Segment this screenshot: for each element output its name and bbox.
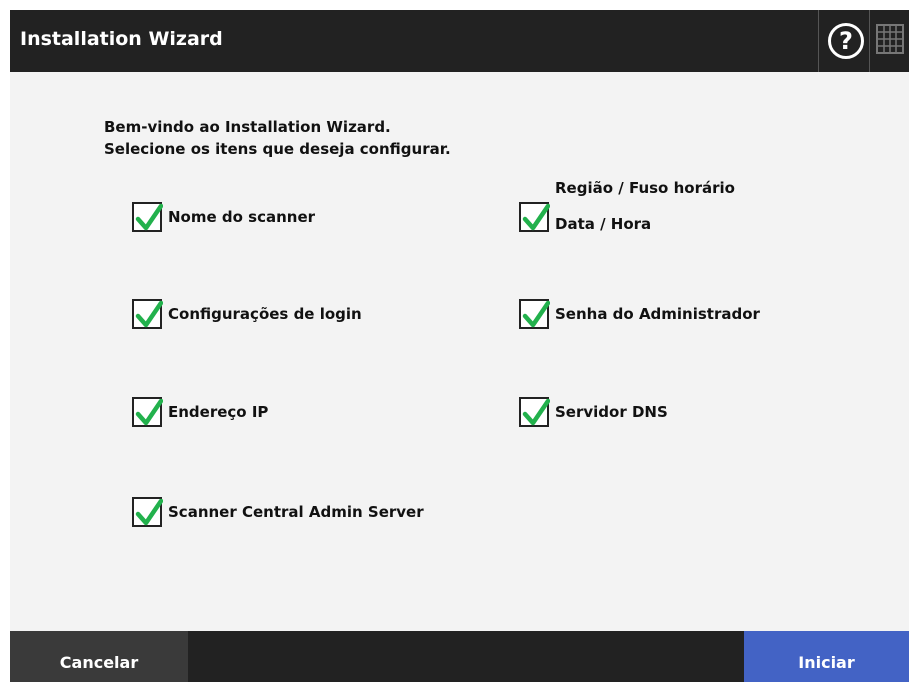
checkmark-icon (522, 300, 550, 328)
question-circle-icon: ? (828, 23, 864, 59)
cancel-button[interactable]: Cancelar (10, 631, 188, 682)
checkmark-icon (135, 300, 163, 328)
option-label-datetime: Data / Hora (555, 215, 652, 233)
option-central-admin-server[interactable]: Scanner Central Admin Server (132, 497, 424, 527)
keyboard-button[interactable] (870, 10, 909, 72)
option-ip-address[interactable]: Endereço IP (132, 397, 268, 427)
option-dns-server[interactable]: Servidor DNS (519, 397, 668, 427)
option-region-datetime[interactable]: Região / Fuso horário Data / Hora (519, 179, 755, 233)
title-bar: Installation Wizard ? (10, 10, 909, 72)
option-admin-password[interactable]: Senha do Administrador (519, 299, 760, 329)
checkbox-login-settings[interactable] (132, 299, 163, 329)
intro-line-instruction: Selecione os itens que deseja configurar… (104, 140, 451, 158)
option-label: Configurações de login (168, 305, 362, 323)
checkbox-admin-password[interactable] (519, 299, 550, 329)
intro-text: Bem-vindo ao Installation Wizard. Seleci… (104, 116, 451, 160)
intro-line-welcome: Bem-vindo ao Installation Wizard. (104, 118, 391, 136)
checkbox-region-datetime[interactable] (519, 202, 550, 232)
option-label: Endereço IP (168, 403, 269, 421)
start-button[interactable]: Iniciar (744, 631, 909, 682)
option-label: Scanner Central Admin Server (168, 503, 424, 521)
help-button[interactable]: ? (818, 10, 870, 72)
checkmark-icon (135, 498, 163, 526)
checkmark-icon (135, 398, 163, 426)
checkbox-ip-address[interactable] (132, 397, 163, 427)
checkbox-scanner-name[interactable] (132, 202, 163, 232)
option-login-settings[interactable]: Configurações de login (132, 299, 362, 329)
option-label: Servidor DNS (555, 403, 668, 421)
option-label-region: Região / Fuso horário (555, 179, 735, 197)
checkbox-central-admin-server[interactable] (132, 497, 163, 527)
window-title: Installation Wizard (20, 28, 223, 50)
checkmark-icon (522, 203, 550, 231)
option-scanner-name[interactable]: Nome do scanner (132, 202, 315, 232)
bottom-bar: Cancelar Iniciar (10, 631, 909, 682)
option-label: Nome do scanner (168, 208, 316, 226)
checkmark-icon (522, 398, 550, 426)
wizard-window: Installation Wizard ? Bem-vindo ao Insta… (10, 10, 909, 682)
checkbox-dns-server[interactable] (519, 397, 550, 427)
checkmark-icon (135, 203, 163, 231)
keyboard-icon (876, 24, 904, 54)
option-label: Senha do Administrador (555, 305, 760, 323)
